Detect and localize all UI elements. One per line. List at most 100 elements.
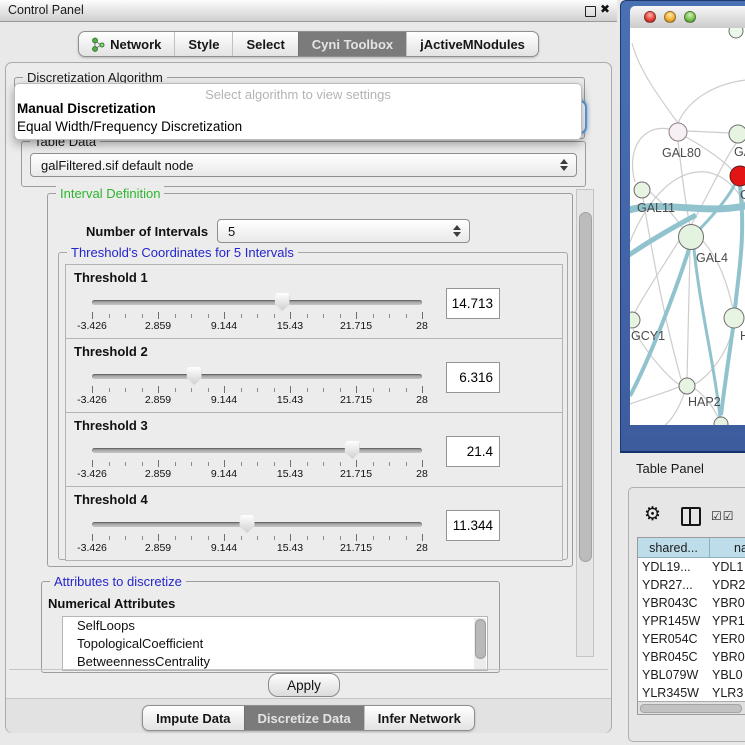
- threshold-label: Threshold 4: [74, 492, 148, 507]
- threshold-slider[interactable]: [92, 517, 422, 535]
- tab-jactivemnodules[interactable]: jActiveMNodules: [406, 32, 538, 56]
- node-label: HAP2: [688, 395, 721, 409]
- threshold-value-field[interactable]: 11.344: [446, 510, 500, 541]
- node[interactable]: [729, 28, 743, 38]
- cell-shared-name[interactable]: YPR145W: [638, 612, 710, 630]
- tab-style[interactable]: Style: [174, 32, 232, 56]
- number-of-intervals-combobox[interactable]: 5: [217, 219, 470, 243]
- list-item[interactable]: SelfLoops: [63, 617, 487, 635]
- table-row[interactable]: YPR145WYPR1: [638, 612, 745, 630]
- cell-shared-name[interactable]: YLR345W: [638, 684, 710, 702]
- threshold-slider[interactable]: [92, 369, 422, 387]
- tab-network[interactable]: Network: [79, 32, 174, 56]
- slider-scale: -3.4262.8599.14415.4321.71528: [92, 468, 422, 480]
- cell-name[interactable]: YDR2: [710, 576, 745, 594]
- list-item[interactable]: TopologicalCoefficient: [63, 635, 487, 653]
- node-gal80[interactable]: [669, 123, 687, 141]
- scrollbar-thumb[interactable]: [579, 212, 592, 562]
- node[interactable]: [714, 417, 728, 425]
- node-gal11[interactable]: [634, 182, 650, 198]
- threshold-panel-1: Threshold 1-3.4262.8599.14415.4321.71528…: [65, 264, 563, 339]
- cell-name[interactable]: YER0: [710, 630, 745, 648]
- cell-name[interactable]: YLR3: [710, 684, 745, 702]
- column-header-shared-name[interactable]: shared...: [638, 538, 710, 558]
- scrollbar-thumb[interactable]: [475, 619, 486, 659]
- network-canvas[interactable]: GAL80 GA C GAL11 GAL4 GCY1 H HAP2: [630, 28, 745, 425]
- checkbox-icons[interactable]: ☑☑: [711, 509, 735, 523]
- tab-select[interactable]: Select: [232, 32, 297, 56]
- node-gal4[interactable]: [679, 225, 704, 250]
- node-red[interactable]: [730, 166, 745, 186]
- table-row[interactable]: YDR27...YDR2: [638, 576, 745, 594]
- cell-shared-name[interactable]: YBR043C: [638, 594, 710, 612]
- close-icon[interactable]: ✖: [600, 2, 610, 16]
- dropdown-option-equal-width[interactable]: Equal Width/Frequency Discretization: [17, 119, 242, 134]
- tab-impute-data[interactable]: Impute Data: [143, 706, 243, 730]
- gear-icon[interactable]: ⚙: [644, 503, 661, 526]
- node-hap2[interactable]: [679, 378, 695, 394]
- scale-label: -3.426: [77, 394, 107, 406]
- cell-name[interactable]: YBR0: [710, 594, 745, 612]
- float-window-icon[interactable]: [585, 6, 596, 17]
- node-table[interactable]: shared... na YDL19...YDL1YDR27...YDR2YBR…: [637, 537, 745, 715]
- close-traffic-light[interactable]: [644, 11, 656, 23]
- threshold-value-field[interactable]: 21.4: [446, 436, 500, 467]
- table-row[interactable]: YER054CYER0: [638, 630, 745, 648]
- threshold-value-field[interactable]: 6.316: [446, 362, 500, 393]
- group-title: Interval Definition: [56, 186, 164, 201]
- tab-infer-network[interactable]: Infer Network: [364, 706, 474, 730]
- cell-shared-name[interactable]: YDL19...: [638, 558, 710, 576]
- table-row[interactable]: YLR345WYLR3: [638, 684, 745, 702]
- node-h[interactable]: [724, 308, 744, 328]
- cell-shared-name[interactable]: YBR045C: [638, 648, 710, 666]
- tab-discretize-data[interactable]: Discretize Data: [244, 706, 364, 730]
- slider-track[interactable]: [92, 448, 422, 453]
- columns-icon[interactable]: [681, 507, 701, 526]
- slider-thumb[interactable]: [275, 293, 290, 311]
- table-row[interactable]: YDL19...YDL1: [638, 558, 745, 576]
- network-window-titlebar[interactable]: [630, 6, 745, 29]
- threshold-slider[interactable]: [92, 295, 422, 313]
- apply-button[interactable]: Apply: [268, 673, 340, 697]
- table-row[interactable]: YBR045CYBR0: [638, 648, 745, 666]
- combo-arrows-icon: [453, 225, 461, 237]
- list-vertical-scrollbar[interactable]: [474, 618, 486, 669]
- threshold-slider[interactable]: [92, 443, 422, 461]
- cell-name[interactable]: YPR1: [710, 612, 745, 630]
- scale-label: 15.43: [277, 394, 303, 406]
- cyni-toolbox-panel: Discretization Algorithm Select algorith…: [5, 62, 612, 733]
- scrollbar-thumb[interactable]: [640, 704, 742, 713]
- cell-shared-name[interactable]: YER054C: [638, 630, 710, 648]
- cell-shared-name[interactable]: YDR27...: [638, 576, 710, 594]
- tab-cyni-toolbox[interactable]: Cyni Toolbox: [298, 32, 406, 56]
- table-data-group: Table Data galFiltered.sif default node: [21, 141, 586, 187]
- slider-thumb[interactable]: [345, 441, 360, 459]
- node-gcy1[interactable]: [630, 312, 640, 328]
- table-row[interactable]: YBR043CYBR0: [638, 594, 745, 612]
- zoom-traffic-light[interactable]: [684, 11, 696, 23]
- scale-label: 2.859: [145, 468, 171, 480]
- cell-name[interactable]: YBR0: [710, 648, 745, 666]
- scale-label: 21.715: [340, 394, 372, 406]
- threshold-value-field[interactable]: 14.713: [446, 288, 500, 319]
- numerical-attributes-list[interactable]: SelfLoopsTopologicalCoefficientBetweenne…: [62, 616, 488, 671]
- panel-vertical-scrollbar[interactable]: [576, 189, 594, 657]
- slider-thumb[interactable]: [240, 515, 255, 533]
- column-header-name[interactable]: na: [710, 538, 745, 558]
- cell-shared-name[interactable]: YBL079W: [638, 666, 710, 684]
- table-data-combobox[interactable]: galFiltered.sif default node: [30, 153, 577, 177]
- scale-label: 2.859: [145, 394, 171, 406]
- cell-name[interactable]: YDL1: [710, 558, 745, 576]
- node-ga[interactable]: [729, 125, 745, 143]
- table-horizontal-scrollbar[interactable]: [638, 701, 745, 714]
- slider-track[interactable]: [92, 374, 422, 379]
- table-panel-title: Table Panel: [636, 461, 704, 476]
- dropdown-option-manual[interactable]: Manual Discretization: [17, 101, 156, 116]
- slider-scale: -3.4262.8599.14415.4321.71528: [92, 542, 422, 554]
- table-row[interactable]: YBL079WYBL0: [638, 666, 745, 684]
- slider-thumb[interactable]: [187, 367, 202, 385]
- slider-track[interactable]: [92, 522, 422, 527]
- cell-name[interactable]: YBL0: [710, 666, 745, 684]
- slider-track[interactable]: [92, 300, 422, 305]
- minimize-traffic-light[interactable]: [664, 11, 676, 23]
